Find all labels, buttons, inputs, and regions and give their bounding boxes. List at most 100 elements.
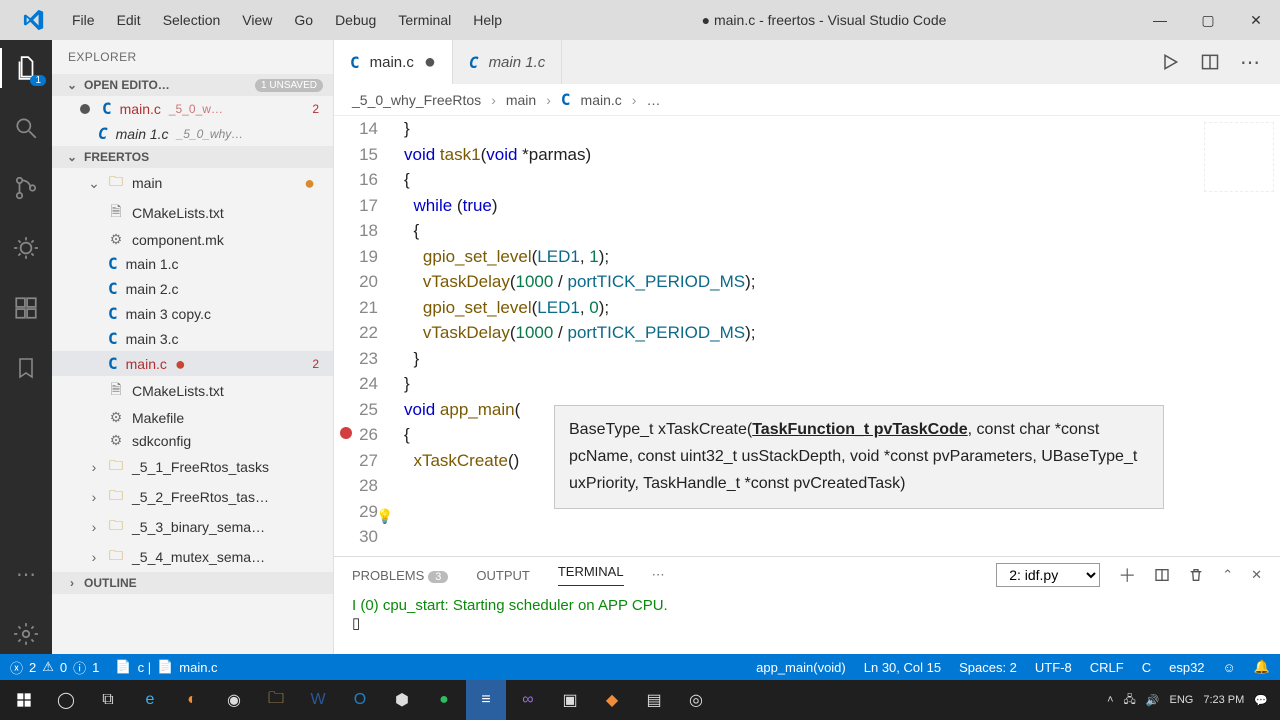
status-target[interactable]: esp32 [1169,660,1204,675]
vscode-taskbar-icon[interactable]: ≡ [466,680,506,720]
panel-tab-problems[interactable]: PROBLEMS3 [352,568,448,583]
project-section[interactable]: ⌄ FREERTOS [52,146,333,168]
crumb[interactable]: main.c [581,92,622,108]
minimize-button[interactable]: ― [1136,0,1184,40]
sidebar: EXPLORER ⌄ OPEN EDITO… 1 UNSAVED C main.… [52,40,334,654]
file-item[interactable]: Cmain 3 copy.c [52,301,333,326]
system-tray[interactable]: ˄ 🖧 🔊 ENG 7:23 PM 💬 [1107,691,1276,710]
status-function[interactable]: app_main(void) [756,660,846,675]
folder-item[interactable]: ›🗀_5_4_mutex_sema… [52,542,333,572]
file-item[interactable]: 🗎CMakeLists.txt [52,198,333,228]
menu-file[interactable]: File [62,8,105,32]
edge-icon[interactable]: e [130,680,170,720]
terminal-taskbar-icon[interactable]: ▣ [550,680,590,720]
maximize-button[interactable]: ▢ [1184,0,1232,40]
explorer-icon[interactable]: 1 [0,48,52,88]
status-eol[interactable]: CRLF [1090,660,1124,675]
status-bell-icon[interactable]: 🔔 [1254,659,1270,675]
outlook-icon[interactable]: O [340,680,380,720]
breakpoint-icon[interactable] [340,427,352,439]
new-terminal-icon[interactable]: ＋ [1118,562,1136,588]
menu-edit[interactable]: Edit [107,8,151,32]
evernote-icon[interactable]: ● [424,680,464,720]
file-item[interactable]: Cmain 1.c [52,251,333,276]
scm-icon[interactable] [0,168,52,208]
menu-help[interactable]: Help [463,8,512,32]
panel-tab-terminal[interactable]: TERMINAL [558,564,624,586]
status-encoding[interactable]: UTF-8 [1035,660,1072,675]
debug-icon[interactable] [0,228,52,268]
explorer-taskbar-icon[interactable]: 🗀 [256,680,296,720]
taskview-icon[interactable]: ⧉ [88,680,128,720]
start-button[interactable] [4,680,44,720]
run-icon[interactable] [1160,52,1180,72]
more-icon[interactable]: ⋯ [0,554,52,594]
crumb[interactable]: main [506,92,536,108]
tab-main-c[interactable]: C main.c ● [334,40,453,84]
menu-selection[interactable]: Selection [153,8,231,32]
app-icon[interactable]: ⬢ [382,680,422,720]
menu-debug[interactable]: Debug [325,8,386,32]
tray-chevron-icon[interactable]: ˄ [1107,694,1113,706]
panel-tab-output[interactable]: OUTPUT [476,568,529,583]
status-scope[interactable]: 📄 c | 📄 main.c [115,659,217,675]
chrome-icon[interactable]: ◉ [214,680,254,720]
word-icon[interactable]: W [298,680,338,720]
folder-item[interactable]: ⌄ 🗀 main ● [52,168,333,198]
close-button[interactable]: ✕ [1232,0,1280,40]
file-item[interactable]: Cmain 3.c [52,326,333,351]
menu-view[interactable]: View [232,8,282,32]
file-item[interactable]: Cmain 2.c [52,276,333,301]
file-item[interactable]: ⚙sdkconfig [52,429,333,452]
file-item[interactable]: ⚙Makefile [52,406,333,429]
crumb[interactable]: _5_0_why_FreeRtos [352,92,481,108]
chevron-up-icon[interactable]: ⌃ [1222,567,1233,583]
firefox-icon[interactable]: ◐ [172,680,212,720]
tab-main-1-c[interactable]: C main 1.c [453,40,562,84]
close-panel-icon[interactable]: ✕ [1251,567,1262,583]
terminal-body[interactable]: I (0) cpu_start: Starting scheduler on A… [334,593,1280,654]
status-errors[interactable]: ⓧ 2 ⚠ 0 ⓘ 1 [10,658,99,677]
obs-icon[interactable]: ◎ [676,680,716,720]
panel-more-icon[interactable]: ⋯ [652,567,665,583]
tray-network-icon[interactable]: 🖧 [1124,691,1136,710]
menu-terminal[interactable]: Terminal [388,8,461,32]
open-editor-item[interactable]: C main.c _5_0_w… 2 [52,96,333,121]
status-language[interactable]: C [1142,660,1151,675]
file-item[interactable]: ⚙component.mk [52,228,333,251]
file-item[interactable]: Cmain.c●2 [52,351,333,376]
split-terminal-icon[interactable] [1154,567,1170,583]
tray-volume-icon[interactable]: 🔊 [1146,694,1160,707]
trash-icon[interactable] [1188,567,1204,583]
tray-language[interactable]: ENG [1169,694,1193,706]
minimap[interactable] [1204,122,1274,192]
settings-icon[interactable] [0,614,52,654]
vs-taskbar-icon[interactable]: ∞ [508,680,548,720]
cortana-icon[interactable]: ◯ [46,680,86,720]
split-editor-icon[interactable] [1200,52,1220,72]
crumb[interactable]: … [646,92,660,108]
folder-item[interactable]: ›🗀_5_3_binary_sema… [52,512,333,542]
open-editors-section[interactable]: ⌄ OPEN EDITO… 1 UNSAVED [52,74,333,96]
status-feedback-icon[interactable]: ☺ [1223,660,1236,675]
breadcrumb[interactable]: _5_0_why_FreeRtos› main› C main.c› … [334,84,1280,116]
tray-notifications-icon[interactable]: 💬 [1254,694,1268,707]
more-icon[interactable]: ⋯ [1240,50,1260,75]
outline-section[interactable]: › OUTLINE [52,572,333,594]
file-item[interactable]: 🗎CMakeLists.txt [52,376,333,406]
status-position[interactable]: Ln 30, Col 15 [864,660,941,675]
lightbulb-icon[interactable]: 💡 [376,504,393,530]
folder-item[interactable]: ›🗀_5_2_FreeRtos_tas… [52,482,333,512]
bookmark-icon[interactable] [0,348,52,388]
search-icon[interactable] [0,108,52,148]
status-spaces[interactable]: Spaces: 2 [959,660,1017,675]
extensions-icon[interactable] [0,288,52,328]
folder-item[interactable]: ›🗀_5_1_FreeRtos_tasks [52,452,333,482]
tray-time[interactable]: 7:23 PM [1203,694,1244,706]
code-editor[interactable]: 1415161718192021222324252627282930 }void… [334,116,1280,556]
app-icon[interactable]: ◆ [592,680,632,720]
terminal-dropdown[interactable]: 2: idf.py [996,563,1100,587]
open-editor-item[interactable]: C main 1.c _5_0_why… [52,121,333,146]
app-icon[interactable]: ▤ [634,680,674,720]
menu-go[interactable]: Go [284,8,323,32]
